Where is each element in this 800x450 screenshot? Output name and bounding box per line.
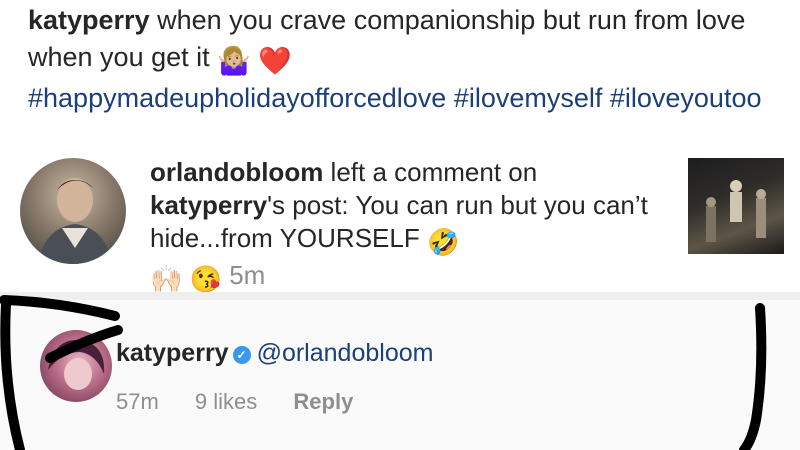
- notification-text-1: left a comment on: [323, 157, 538, 187]
- comment-likes[interactable]: 9 likes: [195, 389, 257, 414]
- comment-time: 57m: [116, 389, 159, 414]
- notification-username[interactable]: orlandobloom: [150, 157, 323, 187]
- caption-hashtags[interactable]: #happymadeupholidayofforcedlove #ilovemy…: [28, 83, 761, 113]
- caption-username[interactable]: katyperry: [28, 5, 150, 35]
- reply-button[interactable]: Reply: [293, 389, 353, 414]
- notification-text: orlandobloom left a comment on katyperry…: [150, 156, 670, 296]
- post-caption: katyperry when you crave companionship b…: [28, 2, 788, 117]
- section-divider: [0, 292, 800, 300]
- notification-target-user[interactable]: katyperry: [150, 190, 267, 220]
- comment-line: katyperry ✓ @orlandobloom: [116, 338, 433, 368]
- verified-badge-icon: ✓: [232, 346, 251, 364]
- comment-username[interactable]: katyperry: [116, 339, 229, 367]
- comment-avatar[interactable]: [40, 330, 112, 402]
- avatar-photo-icon: [38, 178, 112, 264]
- comment-area: [0, 300, 800, 450]
- notification-time: 5m: [229, 260, 266, 290]
- avatar-photo-icon: [48, 339, 105, 390]
- comment-meta: 57m 9 likes Reply: [116, 388, 383, 416]
- thumbnail-photo-icon: [706, 180, 766, 242]
- shrug-emoji-icon: 🤷🏼‍♀️: [217, 46, 251, 76]
- rofl-emoji-icon: 🤣: [426, 227, 460, 257]
- post-thumbnail[interactable]: [688, 158, 784, 254]
- comment-mention[interactable]: @orlandobloom: [257, 339, 434, 367]
- heart-emoji-icon: ❤️: [258, 46, 292, 76]
- notification-avatar[interactable]: [20, 158, 126, 264]
